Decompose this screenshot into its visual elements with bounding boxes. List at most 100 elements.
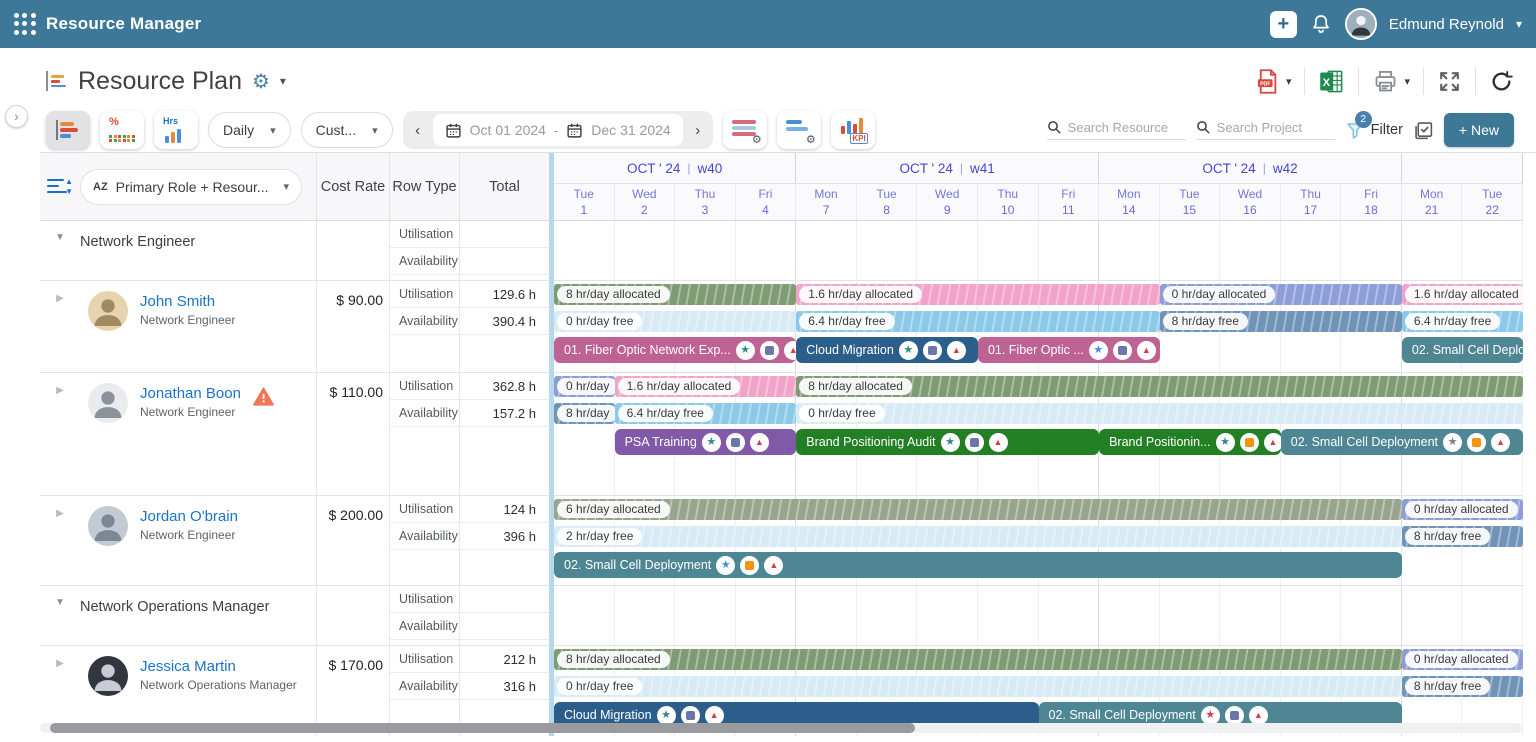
project-bar[interactable]: 02. Small Cell Deploy [1402, 337, 1523, 363]
row-expand-icon[interactable]: ▶ [40, 496, 80, 585]
export-excel-button[interactable]: X [1318, 68, 1345, 95]
fullscreen-button[interactable] [1437, 69, 1462, 94]
allocation-bar[interactable]: 0 hr/day free [796, 403, 1523, 424]
allocation-bar[interactable]: 6 hr/day allocated [554, 499, 1402, 520]
allocation-bar[interactable]: 6.4 hr/day free [1402, 311, 1523, 332]
project-bar[interactable]: Cloud Migration★▲ [796, 337, 978, 363]
allocation-bar[interactable]: 8 hr/day free [1160, 311, 1402, 332]
print-button[interactable]: ▾ [1372, 68, 1410, 95]
pdf-options-caret-icon[interactable]: ▾ [1286, 75, 1292, 88]
search-resource-input[interactable] [1068, 120, 1186, 135]
horizontal-scrollbar[interactable] [40, 723, 1522, 733]
day-header-cell[interactable]: Mon14 [1099, 184, 1160, 220]
resource-name-link[interactable]: Jonathan Boon [140, 385, 241, 402]
row-type-cell: UtilisationAvailability [389, 373, 459, 495]
bar-settings-button[interactable]: ⚙ [777, 111, 821, 149]
prev-period-button[interactable]: ‹ [405, 122, 431, 139]
group-collapse-icon[interactable]: ▼ [40, 586, 80, 645]
row-settings-button[interactable]: ⚙ [723, 111, 767, 149]
new-button[interactable]: + New [1444, 113, 1514, 147]
project-bar[interactable]: 01. Fiber Optic ...★▲ [978, 337, 1160, 363]
resource-name-link[interactable]: Jordan O'brain [140, 508, 238, 525]
range-type-select[interactable]: Cust... ▾ [301, 112, 393, 148]
allocation-bar[interactable]: 0 hr/day [554, 376, 615, 397]
row-menu-sort-icon[interactable]: ▲▼ [40, 178, 80, 196]
allocation-bar[interactable]: 8 hr/day allocated [554, 284, 796, 305]
day-header-cell[interactable]: Thu17 [1281, 184, 1342, 220]
heatmap-view-button[interactable]: % [100, 111, 144, 149]
allocation-bar[interactable]: 6.4 hr/day free [615, 403, 797, 424]
gantt-view-button[interactable] [46, 111, 90, 149]
allocation-bar[interactable]: 6.4 hr/day free [796, 311, 1159, 332]
project-bar[interactable]: Brand Positioning Audit★▲ [796, 429, 1099, 455]
allocation-bar[interactable]: 8 hr/day free [1402, 676, 1523, 697]
allocation-bar[interactable]: 1.6 hr/day allocated [615, 376, 797, 397]
user-menu-caret-icon[interactable]: ▾ [1516, 17, 1522, 31]
app-grid-icon[interactable] [14, 13, 36, 35]
allocation-bar[interactable]: 0 hr/day free [554, 311, 796, 332]
allocation-bar[interactable]: 8 hr/day [554, 403, 615, 424]
day-header-cell[interactable]: Fri11 [1039, 184, 1100, 220]
row-expand-icon[interactable]: ▶ [40, 281, 80, 372]
allocation-bar[interactable]: 0 hr/day allocated [1402, 649, 1523, 670]
horizontal-scrollbar-thumb[interactable] [50, 723, 915, 733]
allocation-bar[interactable]: 8 hr/day allocated [796, 376, 1523, 397]
allocation-bar[interactable]: 0 hr/day allocated [1402, 499, 1523, 520]
project-bar[interactable]: 01. Fiber Optic Network Exp...★▲ [554, 337, 796, 363]
notifications-bell-icon[interactable] [1309, 12, 1333, 36]
multi-select-icon[interactable] [1413, 120, 1434, 141]
allocation-bar[interactable]: 0 hr/day allocated [1160, 284, 1402, 305]
day-header-cell[interactable]: Wed2 [615, 184, 676, 220]
print-options-caret-icon[interactable]: ▾ [1404, 75, 1410, 88]
total-availability-value: 157.2 h [460, 400, 549, 427]
project-bar[interactable]: 02. Small Cell Deployment★▲ [554, 552, 1402, 578]
project-bar[interactable]: PSA Training★▲ [615, 429, 797, 455]
date-from-value[interactable]: Oct 01 2024 [470, 122, 546, 138]
day-header-cell[interactable]: Wed9 [917, 184, 978, 220]
hours-view-button[interactable]: Hrs [154, 111, 198, 149]
filter-button[interactable]: 2 Filter [1345, 120, 1403, 141]
status-triangle-icon: ▲ [750, 433, 769, 452]
day-header-cell[interactable]: Mon7 [796, 184, 857, 220]
quick-add-button[interactable]: + [1270, 11, 1297, 38]
day-header-cell[interactable]: Thu3 [675, 184, 736, 220]
row-type-availability-label: Availability [390, 673, 459, 700]
sidebar-expand-button[interactable]: › [5, 105, 28, 128]
project-bar[interactable]: 02. Small Cell Deployment★▲ [1281, 429, 1523, 455]
day-header-cell[interactable]: Wed16 [1220, 184, 1281, 220]
group-by-select[interactable]: AZ Primary Role + Resour... ▾ [80, 169, 302, 205]
period-select[interactable]: Daily ▾ [208, 112, 291, 148]
date-to-value[interactable]: Dec 31 2024 [591, 122, 670, 138]
allocation-bar[interactable]: 2 hr/day free [554, 526, 1402, 547]
row-expand-icon[interactable]: ▶ [40, 373, 80, 495]
allocation-bar[interactable]: 1.6 hr/day allocated [796, 284, 1159, 305]
allocation-bar[interactable]: 8 hr/day free [1402, 526, 1523, 547]
day-header-cell[interactable]: Thu10 [978, 184, 1039, 220]
project-bar[interactable]: Brand Positionin...★▲ [1099, 429, 1281, 455]
allocation-bar[interactable]: 8 hr/day allocated [554, 649, 1402, 670]
allocation-bar-label: 8 hr/day allocated [557, 651, 670, 668]
resource-name-link[interactable]: John Smith [140, 293, 235, 310]
day-header-cell[interactable]: Mon21 [1402, 184, 1463, 220]
allocation-bar[interactable]: 0 hr/day free [554, 676, 1402, 697]
search-project-input[interactable] [1217, 120, 1335, 135]
status-triangle-icon: ▲ [784, 341, 797, 360]
group-collapse-icon[interactable]: ▼ [40, 221, 80, 280]
day-header-cell[interactable]: Fri4 [736, 184, 797, 220]
user-name[interactable]: Edmund Reynold [1389, 16, 1504, 33]
plan-settings-gear-icon[interactable]: ⚙ [252, 69, 270, 94]
export-pdf-button[interactable]: PDF ▾ [1254, 68, 1292, 95]
allocation-bar[interactable]: 1.6 hr/day allocated [1402, 284, 1523, 305]
day-header-cell[interactable]: Fri18 [1341, 184, 1402, 220]
plan-menu-caret-icon[interactable]: ▾ [280, 74, 286, 88]
user-avatar[interactable] [1345, 8, 1377, 40]
refresh-button[interactable] [1489, 69, 1514, 94]
day-header-cell[interactable]: Tue22 [1462, 184, 1523, 220]
bars-gear-icon: ⚙ [786, 119, 812, 141]
kpi-button[interactable]: KPI [831, 111, 875, 149]
day-header-cell[interactable]: Tue1 [554, 184, 615, 220]
next-period-button[interactable]: › [685, 122, 711, 139]
day-header-cell[interactable]: Tue15 [1160, 184, 1221, 220]
day-header-cell[interactable]: Tue8 [857, 184, 918, 220]
resource-name-link[interactable]: Jessica Martin [140, 658, 297, 675]
